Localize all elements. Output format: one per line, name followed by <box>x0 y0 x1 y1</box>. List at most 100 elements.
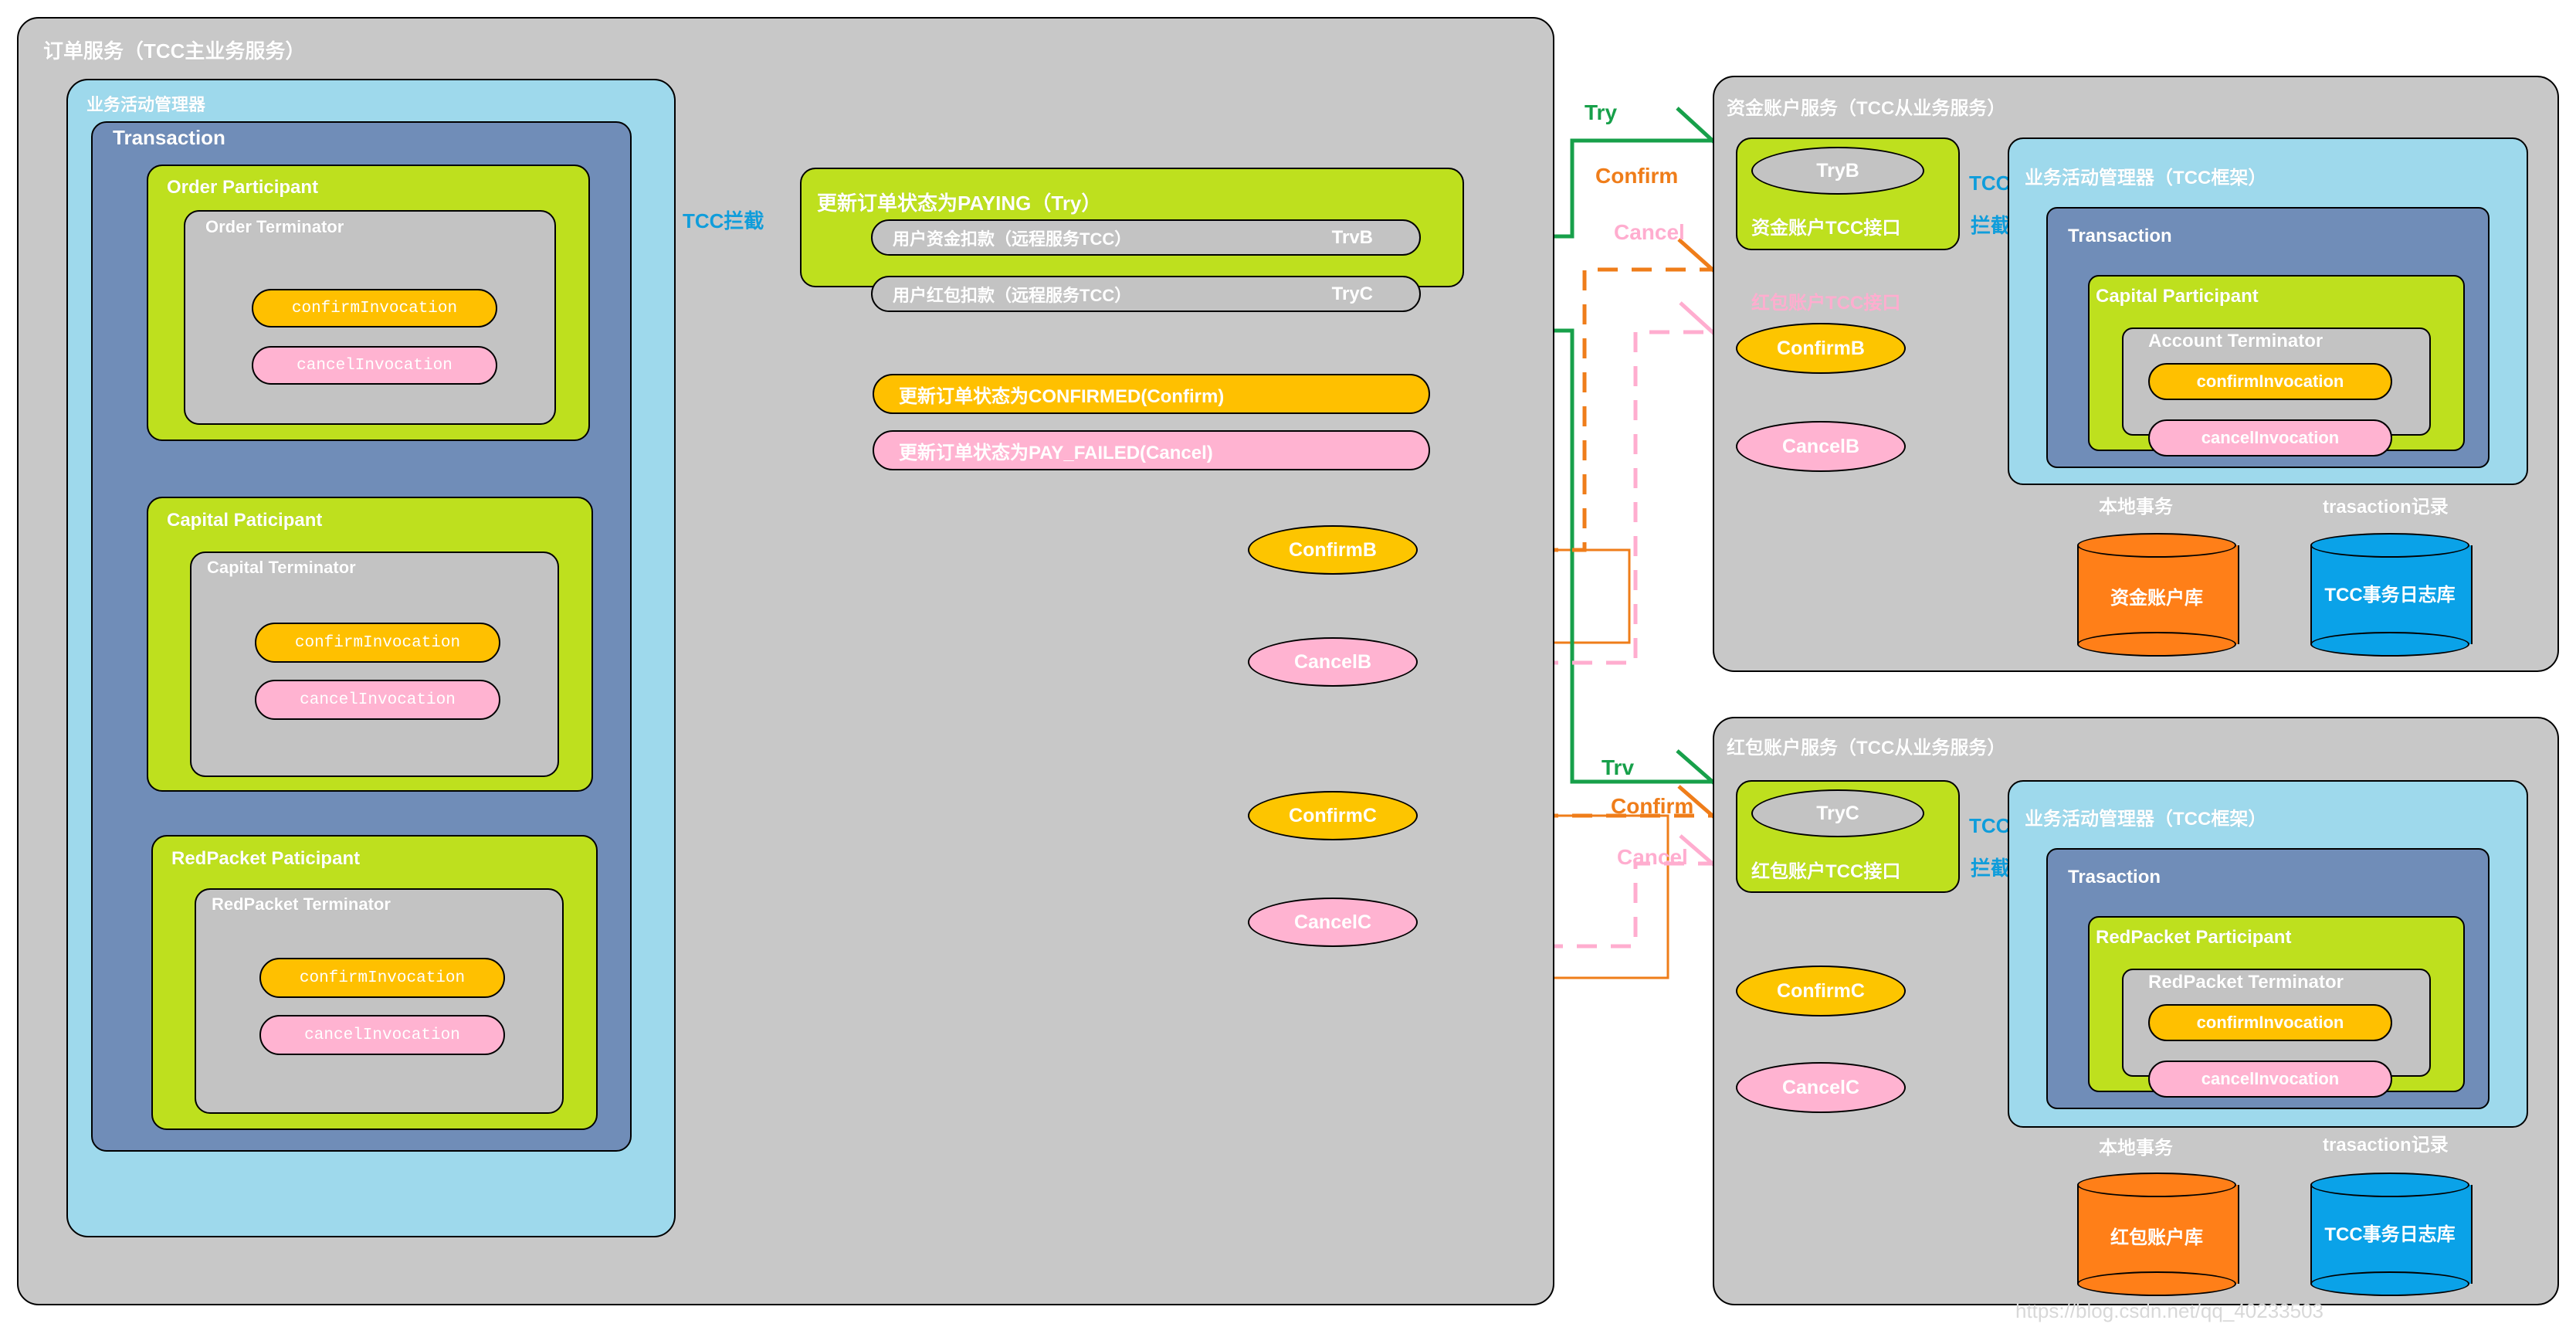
order-try-row-1[interactable]: 用户红包扣款（远程服务TCC） TryC <box>871 276 1421 312</box>
redpacket-transaction-title: Trasaction <box>2068 867 2161 887</box>
redpacket-confirm-pill-label: confirmInvocation <box>2196 1013 2344 1032</box>
redpacket-db-local-top <box>2077 1173 2236 1197</box>
redpacket-participant-title: RedPacket Participant <box>2096 927 2292 948</box>
redpacket-db-local[interactable]: 红包账户库 <box>2077 1173 2239 1296</box>
callout-confirm-c-label: ConfirmC <box>1289 804 1377 826</box>
bridge-try-bottom: Trv <box>1602 755 1635 779</box>
redpacket-cancel-invocation-label: cancelInvocation <box>304 1026 460 1044</box>
watermark-text: https://blog.csdn.net/qq_40233503 <box>2015 1299 2323 1322</box>
capital-db-log[interactable]: TCC事务日志库 <box>2310 533 2473 657</box>
capital-tcc-intercept-line2: 拦截 <box>1971 214 2012 237</box>
order-confirmed-bar-label: 更新订单状态为CONFIRMED(Confirm) <box>899 385 1225 407</box>
bridge-cancel-bottom: Cancel <box>1617 845 1688 869</box>
order-try-row-1-text: 用户红包扣款（远程服务TCC） <box>893 285 1132 305</box>
redpacket-db-log-top <box>2310 1173 2469 1197</box>
redpacket-db-log-name: TCC事务日志库 <box>2324 1224 2456 1245</box>
order-confirmed-bar[interactable]: 更新订单状态为CONFIRMED(Confirm) <box>873 374 1430 414</box>
capital-tcc-interface-caption: 资金账户TCC接口 <box>1751 218 1901 239</box>
order-cancel-invocation-label: cancelInvocation <box>297 356 452 375</box>
redpacket-cancelc-ellipse[interactable]: CancelC <box>1736 1062 1906 1113</box>
capital-db-local[interactable]: 资金账户库 <box>2077 533 2239 657</box>
capital-confirmb-ellipse[interactable]: ConfirmB <box>1736 323 1906 374</box>
redpacket-confirm-invocation-label: confirmInvocation <box>299 969 466 987</box>
redpacket-confirmc-ellipse[interactable]: ConfirmC <box>1736 966 1906 1016</box>
tcc-intercept-label-left: TCC拦截 <box>683 209 764 232</box>
redpacket-tcc-intercept-line2: 拦截 <box>1971 857 2012 880</box>
order-try-box-title: 更新订单状态为PAYING（Try） <box>817 192 1102 215</box>
callout-cancel-b[interactable]: CancelB <box>1248 637 1418 687</box>
capital-tcc-intercept-line1: TCC <box>1969 171 2011 195</box>
terminator-capital <box>190 552 559 777</box>
callout-cancel-c-label: CancelC <box>1293 911 1372 933</box>
bridge-confirm-top: Confirm <box>1595 164 1679 188</box>
wire-cancel-capital-arrow <box>1679 301 1716 335</box>
capital-db-log-caption: trasaction记录 <box>2323 497 2449 518</box>
capital-confirm-pill[interactable]: confirmInvocation <box>2148 363 2392 400</box>
callout-cancel-c[interactable]: CancelC <box>1248 898 1418 947</box>
participant-redpacket-title: RedPacket Paticipant <box>171 848 361 869</box>
order-cancel-invocation[interactable]: cancelInvocation <box>252 346 497 385</box>
capital-cancel-pill-label: cancelInvocation <box>2201 428 2340 447</box>
redpacket-cancel-pill-label: cancelInvocation <box>2201 1069 2340 1088</box>
wire-try-redpacket-arrow <box>1676 749 1716 785</box>
order-payfailed-bar[interactable]: 更新订单状态为PAY_FAILED(Cancel) <box>873 430 1430 470</box>
callout-confirm-b[interactable]: ConfirmB <box>1248 525 1418 575</box>
redpacket-cancel-invocation[interactable]: cancelInvocation <box>259 1015 505 1055</box>
terminator-order-title: Order Terminator <box>205 217 344 236</box>
bridge-try-top: Try <box>1585 100 1618 124</box>
order-service-title: 订单服务（TCC主业务服务） <box>43 39 306 63</box>
redpacket-cancel-pill[interactable]: cancelInvocation <box>2148 1061 2392 1098</box>
redpacket-tryc-label: TryC <box>1816 802 1859 824</box>
capital-confirmb-label: ConfirmB <box>1777 337 1865 359</box>
redpacket-db-local-caption: 本地事务 <box>2099 1138 2173 1159</box>
capital-confirm-invocation-label: confirmInvocation <box>294 633 461 652</box>
participant-capital-title: Capital Paticipant <box>167 510 323 531</box>
wire-try-capital-arrow <box>1676 107 1716 144</box>
bridge-confirm-bottom: Confirm <box>1611 794 1694 818</box>
redpacket-confirm-invocation[interactable]: confirmInvocation <box>259 958 505 998</box>
redpacket-db-log-bottom <box>2310 1271 2469 1296</box>
capital-cancel-invocation[interactable]: cancelInvocation <box>255 680 500 720</box>
order-transaction-title: Transaction <box>113 126 225 149</box>
redpacket-tcc-interface-caption: 红包账户TCC接口 <box>1751 861 1901 882</box>
order-try-row-1-tag: TryC <box>1331 283 1373 304</box>
terminator-redpacket <box>195 888 564 1114</box>
capital-confirm-invocation[interactable]: confirmInvocation <box>255 623 500 663</box>
capital-db-local-top <box>2077 533 2236 558</box>
redpacket-tcc-intercept-line1: TCC <box>1969 814 2011 837</box>
terminator-capital-title: Capital Terminator <box>207 558 356 577</box>
redpacket-db-local-bottom <box>2077 1271 2236 1296</box>
capital-tryb-ellipse[interactable]: TryB <box>1751 147 1924 195</box>
capital-db-log-top <box>2310 533 2469 558</box>
bridge-cancel-top: Cancel <box>1614 220 1685 244</box>
redpacket-terminator-title: RedPacket Terminator <box>2148 972 2344 993</box>
capital-participant-title: Capital Participant <box>2096 286 2259 307</box>
order-confirm-invocation[interactable]: confirmInvocation <box>252 289 497 328</box>
redpacket-confirm-pill[interactable]: confirmInvocation <box>2148 1004 2392 1041</box>
order-bam-title: 业务活动管理器 <box>86 95 206 114</box>
callout-confirm-b-label: ConfirmB <box>1289 538 1377 561</box>
capital-db-local-caption: 本地事务 <box>2099 497 2173 518</box>
capital-db-local-name: 资金账户库 <box>2110 588 2203 609</box>
redpacket-db-log-caption: trasaction记录 <box>2323 1135 2449 1156</box>
redpacket-tryc-ellipse[interactable]: TryC <box>1751 789 1924 837</box>
callout-confirm-c[interactable]: ConfirmC <box>1248 791 1418 840</box>
redpacket-cancelc-label: CancelC <box>1781 1076 1860 1098</box>
redpacket-db-log[interactable]: TCC事务日志库 <box>2310 1173 2473 1296</box>
order-payfailed-bar-label: 更新订单状态为PAY_FAILED(Cancel) <box>899 442 1213 463</box>
capital-account-terminator-title: Account Terminator <box>2148 331 2323 351</box>
order-try-row-0[interactable]: 用户资金扣款（远程服务TCC） TrvB <box>871 219 1421 256</box>
order-try-row-0-tag: TrvB <box>1331 226 1373 248</box>
capital-cancel-pill[interactable]: cancelInvocation <box>2148 419 2392 456</box>
capital-transaction-title: Transaction <box>2068 226 2172 246</box>
capital-cancelb-ellipse[interactable]: CancelB <box>1736 421 1906 472</box>
capital-service-title: 资金账户服务（TCC从业务服务） <box>1727 98 2006 119</box>
capital-bam-title: 业务活动管理器（TCC框架） <box>2025 168 2267 188</box>
terminator-redpacket-title: RedPacket Terminator <box>212 894 391 914</box>
redpacket-bam-title: 业务活动管理器（TCC框架） <box>2025 809 2267 830</box>
capital-db-log-bottom <box>2310 632 2469 657</box>
redpacket-db-local-name: 红包账户库 <box>2110 1227 2203 1248</box>
order-try-row-0-text: 用户资金扣款（远程服务TCC） <box>893 229 1132 249</box>
redpacket-service-title: 红包账户服务（TCC从业务服务） <box>1727 738 2006 759</box>
capital-db-local-bottom <box>2077 632 2236 657</box>
